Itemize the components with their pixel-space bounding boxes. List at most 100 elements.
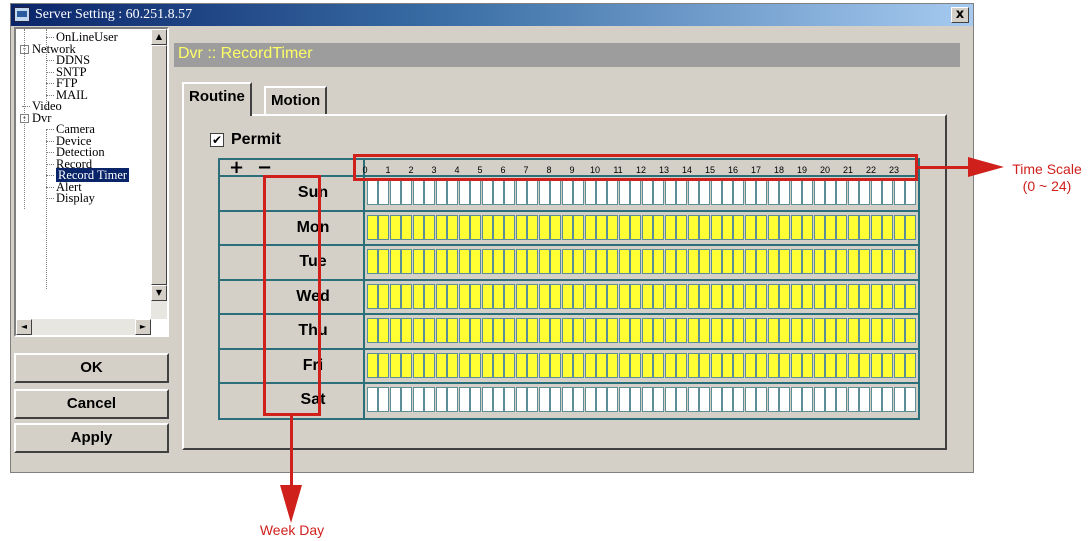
schedule-cell[interactable] — [538, 249, 550, 274]
schedule-cell[interactable] — [802, 318, 814, 343]
schedule-cell[interactable] — [492, 214, 504, 240]
schedule-cell[interactable] — [470, 180, 482, 205]
schedule-cell[interactable] — [687, 214, 699, 240]
schedule-cell[interactable] — [733, 180, 745, 205]
schedule-cell[interactable] — [813, 214, 825, 240]
schedule-cell[interactable] — [653, 180, 665, 205]
schedule-cell[interactable] — [859, 180, 871, 205]
schedule-cell[interactable] — [859, 387, 871, 412]
schedule-cell[interactable] — [836, 249, 848, 274]
tab-motion[interactable]: Motion — [264, 86, 328, 116]
schedule-cell[interactable] — [378, 180, 390, 205]
tree-horizontal-scrollbar[interactable]: ◄ ► — [16, 319, 151, 335]
schedule-cell[interactable] — [802, 352, 814, 378]
close-button[interactable]: x — [951, 7, 969, 23]
schedule-cell[interactable] — [607, 214, 619, 240]
schedule-cell[interactable] — [699, 387, 711, 412]
schedule-cell[interactable] — [584, 283, 596, 309]
schedule-cell[interactable] — [710, 249, 722, 274]
schedule-cell[interactable] — [802, 283, 814, 309]
schedule-cell[interactable] — [527, 318, 539, 343]
schedule-cell[interactable] — [447, 318, 459, 343]
schedule-cell[interactable] — [710, 387, 722, 412]
schedule-cell[interactable] — [412, 180, 424, 205]
schedule-cell[interactable] — [607, 249, 619, 274]
schedule-cell[interactable] — [893, 249, 905, 274]
schedule-cell[interactable] — [458, 180, 470, 205]
schedule-cell[interactable] — [870, 214, 882, 240]
schedule-cell[interactable] — [378, 283, 390, 309]
schedule-cell[interactable] — [458, 352, 470, 378]
schedule-cell[interactable] — [435, 180, 447, 205]
schedule-cell[interactable] — [538, 318, 550, 343]
schedule-cell[interactable] — [504, 318, 516, 343]
schedule-cell[interactable] — [882, 318, 894, 343]
schedule-cell[interactable] — [893, 283, 905, 309]
schedule-cell[interactable] — [596, 214, 607, 240]
schedule-cell[interactable] — [630, 352, 642, 378]
schedule-cell[interactable] — [573, 180, 585, 205]
schedule-cell[interactable] — [721, 387, 733, 412]
schedule-cell[interactable] — [859, 249, 871, 274]
scroll-down-button[interactable]: ▼ — [151, 285, 167, 301]
schedule-cell[interactable] — [847, 214, 859, 240]
schedule-cell[interactable] — [790, 249, 802, 274]
schedule-cell[interactable] — [825, 214, 836, 240]
schedule-cell[interactable] — [584, 318, 596, 343]
schedule-cell[interactable] — [779, 283, 791, 309]
schedule-cell[interactable] — [699, 283, 711, 309]
schedule-cell[interactable] — [378, 387, 390, 412]
schedule-cell[interactable] — [607, 387, 619, 412]
schedule-cell[interactable] — [573, 249, 585, 274]
schedule-cell[interactable] — [733, 318, 745, 343]
schedule-cell[interactable] — [470, 283, 482, 309]
scroll-left-button[interactable]: ◄ — [16, 319, 32, 335]
schedule-cell[interactable] — [733, 352, 745, 378]
schedule-cell[interactable] — [401, 249, 413, 274]
schedule-cell[interactable] — [458, 283, 470, 309]
schedule-cell[interactable] — [561, 180, 573, 205]
schedule-cell[interactable] — [847, 387, 859, 412]
schedule-cell[interactable] — [401, 180, 413, 205]
schedule-cell[interactable] — [630, 283, 642, 309]
schedule-cell[interactable] — [573, 318, 585, 343]
schedule-cell[interactable] — [756, 180, 768, 205]
schedule-cell[interactable] — [641, 318, 653, 343]
schedule-cell[interactable] — [538, 387, 550, 412]
schedule-cell[interactable] — [687, 352, 699, 378]
schedule-cell[interactable] — [538, 180, 550, 205]
schedule-cell[interactable] — [744, 318, 756, 343]
schedule-cell[interactable] — [676, 318, 688, 343]
schedule-cell[interactable] — [447, 352, 459, 378]
schedule-cell[interactable] — [550, 180, 562, 205]
schedule-cell[interactable] — [710, 318, 722, 343]
schedule-cell[interactable] — [527, 283, 539, 309]
schedule-cell[interactable] — [790, 318, 802, 343]
schedule-cell[interactable] — [870, 387, 882, 412]
schedule-cell[interactable] — [687, 387, 699, 412]
schedule-cell[interactable] — [401, 387, 413, 412]
schedule-cell[interactable] — [492, 249, 504, 274]
schedule-cell[interactable] — [653, 249, 665, 274]
schedule-cell[interactable] — [641, 387, 653, 412]
schedule-cell[interactable] — [458, 249, 470, 274]
schedule-cell[interactable] — [584, 387, 596, 412]
schedule-cell[interactable] — [733, 214, 745, 240]
schedule-cell[interactable] — [401, 318, 413, 343]
schedule-cell[interactable] — [412, 214, 424, 240]
schedule-cell[interactable] — [538, 352, 550, 378]
schedule-cell[interactable] — [367, 283, 378, 309]
schedule-cell[interactable] — [676, 249, 688, 274]
schedule-cell[interactable] — [378, 249, 390, 274]
schedule-cell[interactable] — [905, 318, 917, 343]
schedule-cell[interactable] — [641, 352, 653, 378]
schedule-cell[interactable] — [859, 214, 871, 240]
schedule-cell[interactable] — [699, 352, 711, 378]
schedule-cell[interactable] — [515, 249, 527, 274]
schedule-cell[interactable] — [573, 352, 585, 378]
schedule-cell[interactable] — [618, 283, 630, 309]
schedule-cell[interactable] — [447, 180, 459, 205]
schedule-cell[interactable] — [596, 283, 607, 309]
schedule-cell[interactable] — [836, 283, 848, 309]
schedule-cell[interactable] — [561, 352, 573, 378]
